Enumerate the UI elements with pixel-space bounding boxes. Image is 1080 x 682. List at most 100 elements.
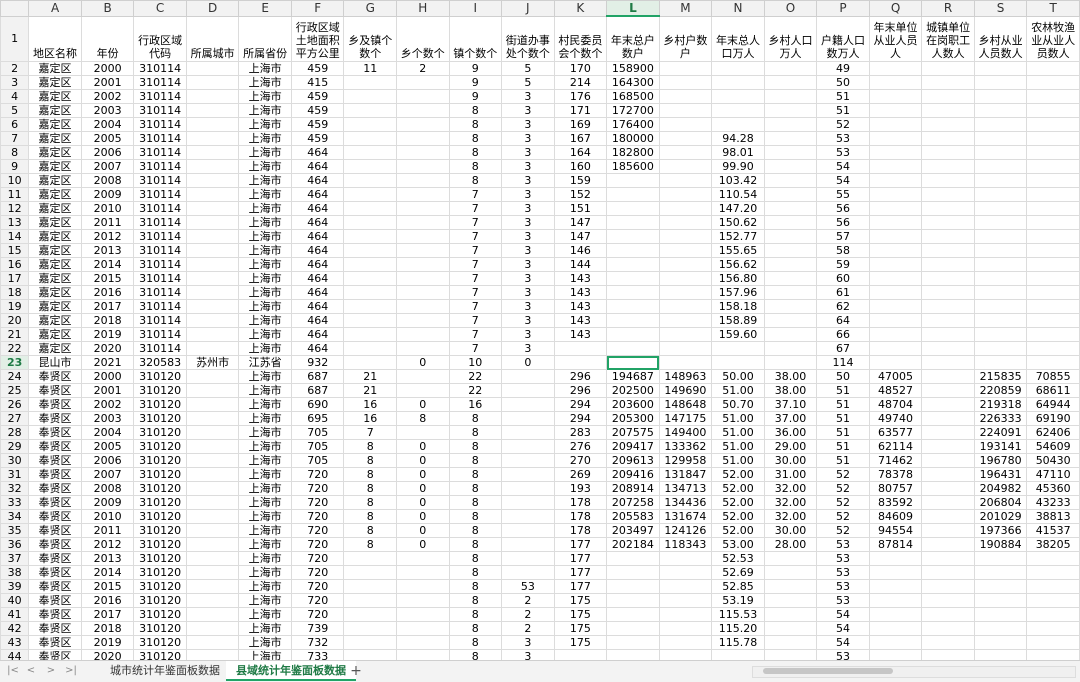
grid-cell[interactable] [921, 509, 975, 524]
grid-cell[interactable]: 156.80 [711, 271, 765, 286]
grid-cell[interactable] [185, 187, 240, 202]
column-header-N[interactable]: N [711, 0, 765, 17]
field-header-cell[interactable]: 乡村户数户 [658, 15, 713, 62]
grid-cell[interactable]: 310114 [133, 215, 187, 230]
grid-cell[interactable] [763, 271, 818, 286]
grid-cell[interactable]: 2008 [80, 481, 135, 496]
grid-cell[interactable]: 嘉定区 [28, 201, 82, 216]
grid-cell[interactable]: 687 [290, 383, 345, 398]
grid-cell[interactable] [1026, 145, 1080, 160]
row-header-16[interactable]: 16 [0, 257, 30, 272]
grid-cell[interactable]: 720 [290, 509, 345, 524]
grid-cell[interactable]: 151 [553, 201, 608, 216]
grid-cell[interactable]: 51.00 [711, 411, 765, 426]
grid-cell[interactable] [711, 89, 765, 104]
grid-cell[interactable]: 168500 [606, 89, 660, 104]
grid-cell[interactable]: 208914 [606, 481, 660, 496]
grid-cell[interactable] [868, 635, 923, 650]
grid-cell[interactable] [763, 635, 818, 650]
grid-cell[interactable] [185, 425, 240, 440]
grid-cell[interactable]: 310120 [133, 411, 187, 426]
grid-cell[interactable]: 464 [290, 271, 345, 286]
grid-cell[interactable]: 219318 [973, 397, 1028, 412]
grid-cell[interactable]: 8 [448, 117, 503, 132]
grid-cell[interactable]: 310114 [133, 75, 187, 90]
grid-cell[interactable]: 上海市 [238, 215, 292, 230]
grid-cell[interactable]: 30.00 [763, 523, 818, 538]
grid-cell[interactable]: 296 [553, 369, 608, 384]
grid-cell[interactable] [868, 551, 923, 566]
grid-cell[interactable]: 68611 [1026, 383, 1080, 398]
grid-cell[interactable]: 53 [816, 145, 870, 160]
grid-cell[interactable]: 220859 [973, 383, 1028, 398]
grid-cell[interactable]: 3 [501, 215, 555, 230]
grid-cell[interactable] [921, 117, 975, 132]
grid-cell[interactable]: 奉贤区 [28, 523, 82, 538]
grid-cell[interactable] [921, 481, 975, 496]
grid-cell[interactable]: 114 [816, 355, 870, 370]
row-header-24[interactable]: 24 [0, 369, 30, 384]
grid-cell[interactable]: 176 [553, 89, 608, 104]
grid-cell[interactable]: 16 [448, 397, 503, 412]
grid-cell[interactable]: 0 [396, 481, 450, 496]
grid-cell[interactable]: 60 [816, 271, 870, 286]
grid-cell[interactable]: 上海市 [238, 453, 292, 468]
grid-cell[interactable] [185, 509, 240, 524]
grid-cell[interactable]: 上海市 [238, 551, 292, 566]
field-header-cell[interactable]: 行政区域代码 [133, 15, 187, 62]
grid-cell[interactable] [501, 551, 555, 566]
grid-cell[interactable]: 720 [290, 607, 345, 622]
grid-cell[interactable] [763, 257, 818, 272]
grid-cell[interactable] [921, 131, 975, 146]
grid-cell[interactable]: 50 [816, 369, 870, 384]
grid-cell[interactable] [658, 243, 713, 258]
grid-cell[interactable]: 164 [553, 145, 608, 160]
grid-cell[interactable] [868, 579, 923, 594]
grid-cell[interactable] [763, 159, 818, 174]
grid-cell[interactable] [185, 565, 240, 580]
grid-cell[interactable]: 170 [553, 61, 608, 76]
grid-cell[interactable]: 2 [501, 621, 555, 636]
grid-cell[interactable]: 310114 [133, 229, 187, 244]
grid-cell[interactable] [606, 551, 660, 566]
grid-cell[interactable] [606, 257, 660, 272]
grid-cell[interactable]: 310114 [133, 103, 187, 118]
grid-cell[interactable] [185, 411, 240, 426]
grid-cell[interactable]: 嘉定区 [28, 285, 82, 300]
grid-cell[interactable]: 310120 [133, 621, 187, 636]
grid-cell[interactable] [343, 75, 397, 90]
grid-cell[interactable]: 464 [290, 257, 345, 272]
grid-cell[interactable]: 嘉定区 [28, 229, 82, 244]
column-header-O[interactable]: O [763, 0, 818, 17]
grid-cell[interactable]: 8 [343, 495, 397, 510]
grid-cell[interactable]: 54 [816, 621, 870, 636]
grid-cell[interactable]: 嘉定区 [28, 215, 82, 230]
grid-cell[interactable]: 2018 [80, 621, 135, 636]
column-header-A[interactable]: A [28, 0, 82, 17]
grid-cell[interactable]: 720 [290, 481, 345, 496]
grid-cell[interactable]: 上海市 [238, 537, 292, 552]
grid-cell[interactable]: 上海市 [238, 439, 292, 454]
grid-cell[interactable] [921, 313, 975, 328]
grid-cell[interactable]: 7 [448, 229, 503, 244]
column-header-B[interactable]: B [80, 0, 135, 17]
grid-cell[interactable]: 上海市 [238, 341, 292, 356]
spreadsheet-grid[interactable]: A B C D E F G H I J K L M N O P Q R S T 1 地区名称 年份 行政区域代码 所属城市 所属省… [0, 0, 1080, 660]
grid-cell[interactable] [343, 145, 397, 160]
grid-cell[interactable]: 7 [448, 257, 503, 272]
grid-cell[interactable]: 185600 [606, 159, 660, 174]
grid-cell[interactable]: 嘉定区 [28, 131, 82, 146]
column-header-R[interactable]: R [921, 0, 975, 17]
grid-cell[interactable] [343, 649, 397, 660]
column-header-S[interactable]: S [973, 0, 1028, 17]
row-header-5[interactable]: 5 [0, 103, 30, 118]
grid-cell[interactable] [396, 117, 450, 132]
grid-cell[interactable] [343, 355, 397, 370]
grid-cell[interactable] [763, 299, 818, 314]
grid-cell[interactable] [343, 341, 397, 356]
grid-cell[interactable] [606, 579, 660, 594]
grid-cell[interactable]: 178 [553, 523, 608, 538]
grid-cell[interactable] [658, 299, 713, 314]
grid-cell[interactable]: 54 [816, 159, 870, 174]
grid-cell[interactable] [606, 607, 660, 622]
